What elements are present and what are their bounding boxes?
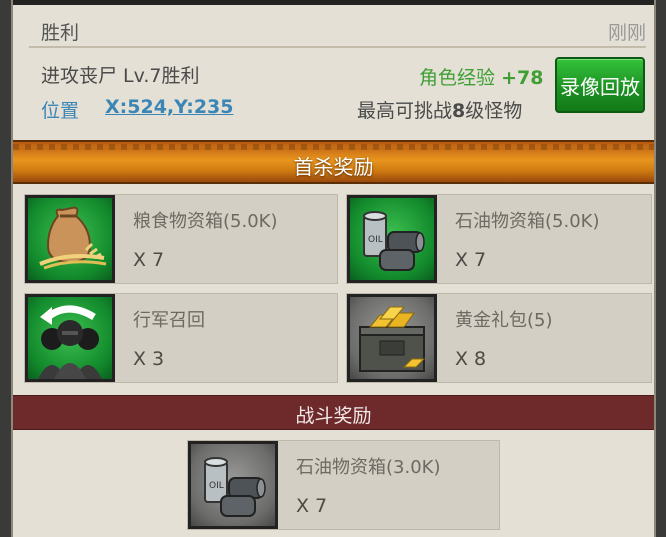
oil-barrel-icon: OIL (188, 441, 278, 529)
reward-card-march-recall[interactable]: 行军召回 X 3 (24, 293, 338, 383)
replay-button[interactable]: 录像回放 (555, 57, 645, 113)
max-challenge-text: 最高可挑战8级怪物 (357, 96, 522, 123)
battle-report-panel: 胜利 刚刚 进攻丧尸 Lv.7胜利 位置 X:524,Y:235 角色经验 +7… (11, 0, 656, 537)
svg-text:OIL: OIL (209, 481, 224, 491)
top-border (13, 0, 654, 5)
max-prefix: 最高可挑战 (357, 100, 453, 122)
header-divider (29, 46, 646, 48)
oil-barrel-icon: OIL (347, 195, 437, 283)
reward-qty: X 7 (455, 249, 487, 271)
reward-card-grain[interactable]: 粮食物资箱(5.0K) X 7 (24, 194, 338, 284)
reward-card-gold[interactable]: 黄金礼包(5) X 8 (346, 293, 652, 383)
grain-sack-icon (25, 195, 115, 283)
max-level: 8 (452, 100, 466, 122)
reward-name: 石油物资箱(5.0K) (455, 211, 600, 232)
reward-qty: X 7 (133, 249, 165, 271)
attack-result-text: 进攻丧尸 Lv.7胜利 (41, 65, 200, 87)
exp-label: 角色经验 (419, 67, 496, 89)
reward-name: 行军召回 (133, 310, 205, 331)
location-label: 位置 (41, 100, 80, 122)
reward-qty: X 7 (296, 495, 328, 517)
svg-text:OIL: OIL (368, 235, 383, 245)
max-suffix: 级怪物 (465, 100, 523, 122)
reward-card-oil[interactable]: OIL 石油物资箱(5.0K) X 7 (346, 194, 652, 284)
gold-crate-icon (347, 294, 437, 382)
character-exp: 角色经验 +78 (419, 63, 543, 90)
first-kill-banner: 首杀奖励 (13, 140, 654, 184)
reward-qty: X 8 (455, 348, 487, 370)
reward-qty: X 3 (133, 348, 165, 370)
report-time: 刚刚 (607, 22, 646, 44)
reward-name: 石油物资箱(3.0K) (296, 457, 441, 478)
march-recall-icon (25, 294, 115, 382)
reward-name: 黄金礼包(5) (455, 310, 553, 331)
exp-value: +78 (501, 67, 544, 89)
reward-card-oil-battle[interactable]: OIL 石油物资箱(3.0K) X 7 (187, 440, 500, 530)
reward-name: 粮食物资箱(5.0K) (133, 211, 278, 232)
battle-reward-banner: 战斗奖励 (13, 395, 654, 430)
report-title: 胜利 (41, 22, 80, 44)
first-kill-title: 首杀奖励 (293, 155, 374, 179)
battle-reward-title: 战斗奖励 (295, 405, 372, 427)
location-coords-link[interactable]: X:524,Y:235 (105, 96, 234, 118)
